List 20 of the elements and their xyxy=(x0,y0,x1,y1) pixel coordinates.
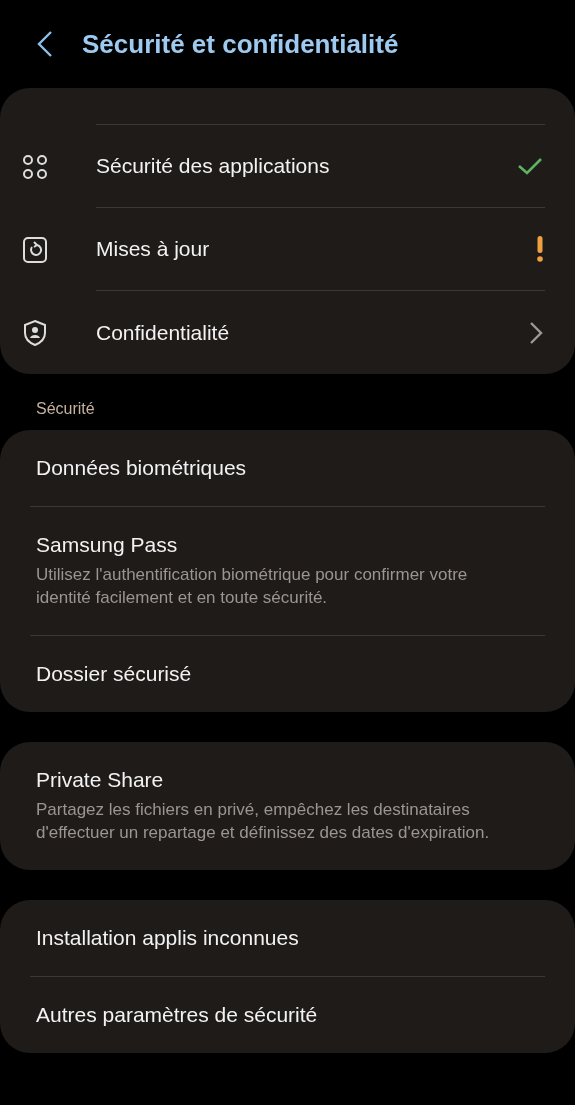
settings-item[interactable]: Samsung Pass xyxy=(36,533,539,557)
settings-item[interactable]: Autres paramètres de sécurité xyxy=(36,1003,539,1027)
item-description: Partagez les fichiers en privé, empêchez les destinataires d'effectuer un repartage et définissez des dates d'expiration. xyxy=(36,799,491,844)
section-label: Sécurité xyxy=(35,399,96,419)
check-icon xyxy=(517,156,543,176)
chevron-icon xyxy=(529,320,543,345)
settings-item[interactable]: Dossier sécurisé xyxy=(36,662,539,686)
settings-item[interactable]: Mises à jour xyxy=(0,208,575,291)
alert-icon xyxy=(537,236,543,262)
page-title: Sécurité et confidentialité xyxy=(82,28,399,60)
item-description: Utilisez l'authentification biométrique pour confirmer votre identité facilement et en toute sécurité. xyxy=(36,564,469,609)
back-button[interactable] xyxy=(36,30,54,58)
settings-item[interactable]: Confidentialité xyxy=(0,291,575,374)
settings-item[interactable]: Private Share xyxy=(36,768,539,792)
settings-item[interactable]: Sécurité des applications xyxy=(0,125,575,208)
settings-item[interactable]: Installation applis inconnues xyxy=(36,926,539,950)
apps-icon xyxy=(22,153,48,180)
shield-icon xyxy=(22,318,48,347)
update-icon xyxy=(22,235,48,264)
settings-item[interactable]: Données biométriques xyxy=(36,456,539,480)
